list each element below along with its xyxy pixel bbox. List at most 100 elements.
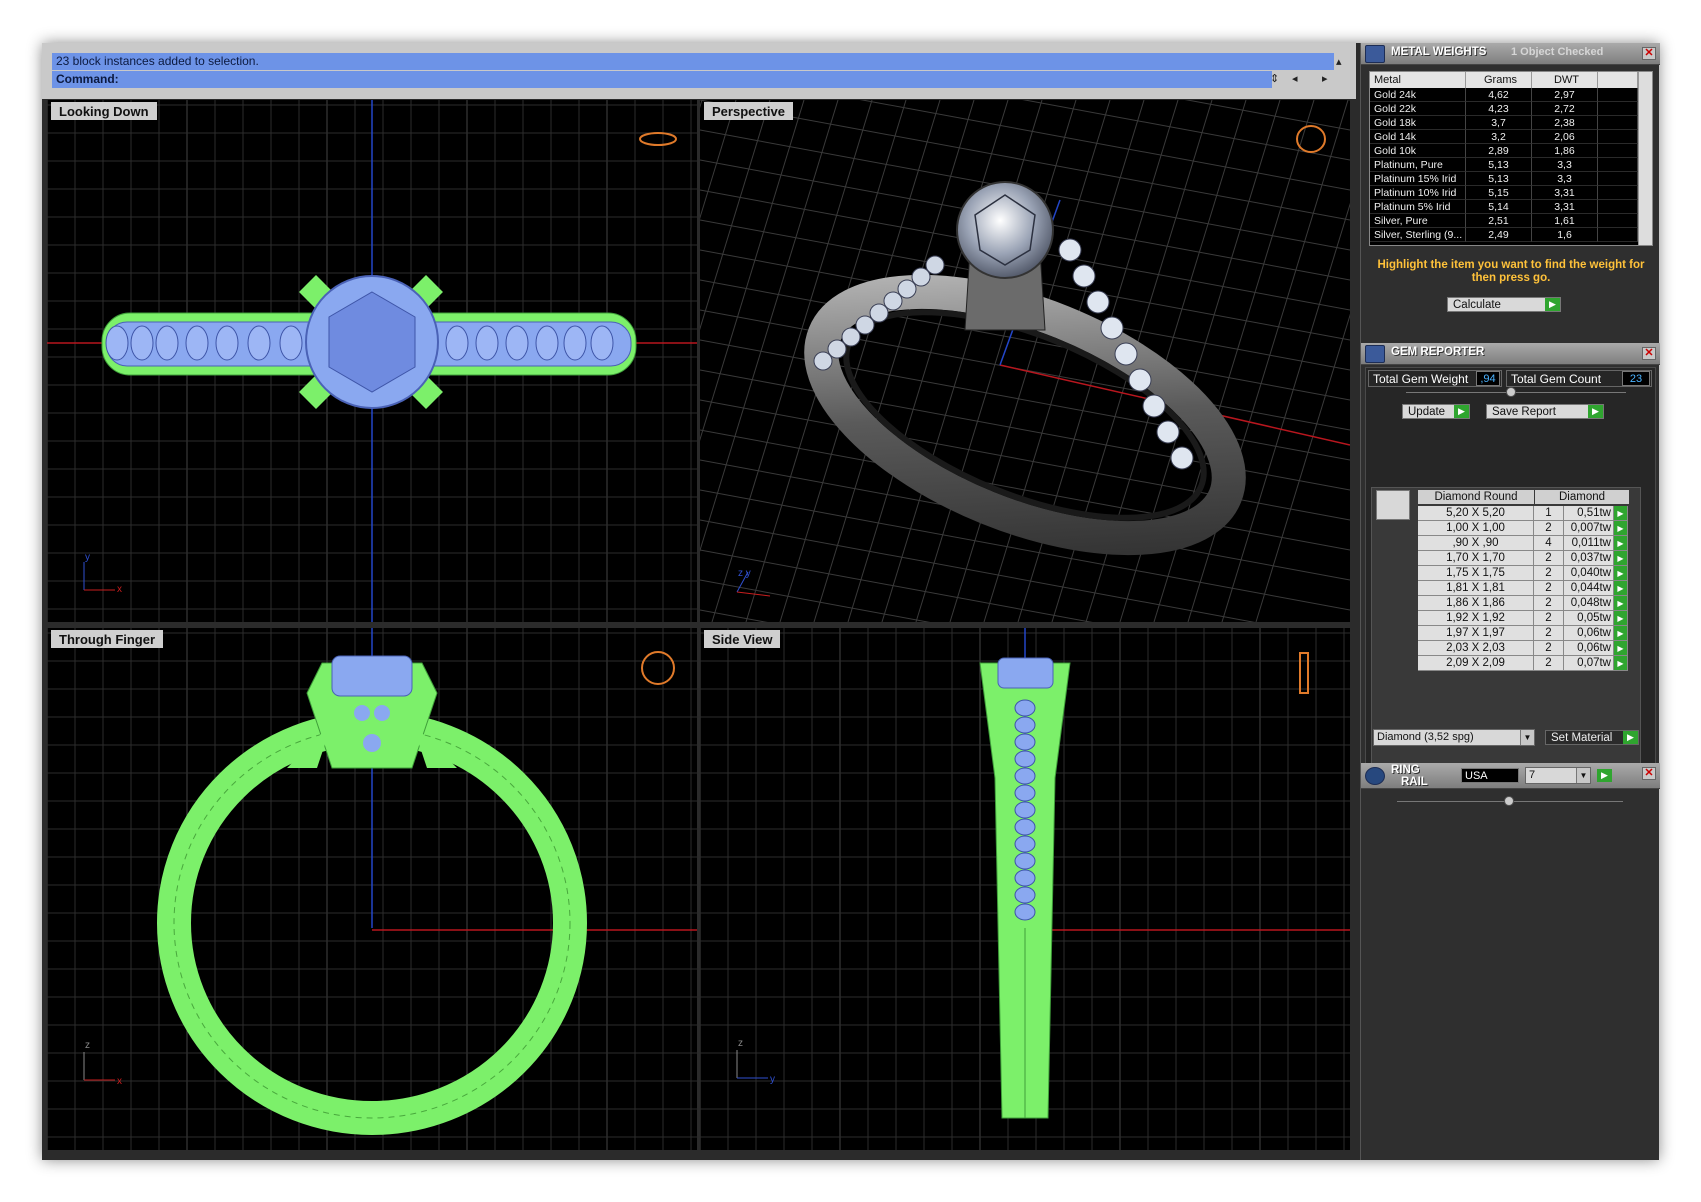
slider-track — [1406, 392, 1626, 393]
col-metal[interactable]: Metal — [1370, 72, 1466, 88]
table-row[interactable]: Gold 18k 3,7 2,38 — [1370, 116, 1652, 130]
go-icon[interactable]: ▶ — [1614, 656, 1628, 671]
table-row[interactable]: Platinum 15% Irid 5,13 3,3 — [1370, 172, 1652, 186]
metal-grams: 2,51 — [1466, 214, 1532, 228]
go-icon[interactable]: ▶ — [1545, 298, 1560, 311]
command-input[interactable]: Command: — [52, 71, 1272, 88]
list-item[interactable]: 1,75 X 1,75 2 0,040tw ▶ — [1418, 566, 1628, 581]
table-row[interactable]: Gold 22k 4,23 2,72 — [1370, 102, 1652, 116]
slider-thumb[interactable] — [1506, 387, 1516, 397]
table-row[interactable]: Gold 10k 2,89 1,86 — [1370, 144, 1652, 158]
gem-size: 1,97 X 1,97 — [1418, 626, 1534, 641]
metal-grams: 2,49 — [1466, 228, 1532, 242]
list-item[interactable]: 1,70 X 1,70 2 0,037tw ▶ — [1418, 551, 1628, 566]
metal-name: Platinum 5% Irid — [1370, 200, 1466, 214]
gem-weight: 0,037tw — [1564, 551, 1614, 566]
table-row[interactable]: Silver, Sterling (9... 2,49 1,6 — [1370, 228, 1652, 242]
col-dwt[interactable]: DWT — [1532, 72, 1598, 88]
close-icon[interactable]: ✕ — [1642, 767, 1656, 780]
list-item[interactable]: 1,81 X 1,81 2 0,044tw ▶ — [1418, 581, 1628, 596]
list-item[interactable]: 1,00 X 1,00 2 0,007tw ▶ — [1418, 521, 1628, 536]
gem-weight: 0,011tw — [1564, 536, 1614, 551]
viewport-top[interactable]: y x Looking Down — [47, 100, 697, 622]
gem-weight: 0,048tw — [1564, 596, 1614, 611]
save-report-button[interactable]: Save Report ▶ — [1486, 404, 1604, 419]
col-grams[interactable]: Grams — [1466, 72, 1532, 88]
close-icon[interactable]: ✕ — [1642, 347, 1656, 360]
list-item[interactable]: 1,86 X 1,86 2 0,048tw ▶ — [1418, 596, 1628, 611]
table-row[interactable]: Silver, Pure 2,51 1,61 — [1370, 214, 1652, 228]
table-row[interactable]: Gold 14k 3,2 2,06 — [1370, 130, 1652, 144]
go-icon[interactable]: ▶ — [1597, 769, 1612, 782]
save-report-label: Save Report — [1492, 406, 1556, 418]
list-item[interactable]: 5,20 X 5,20 1 0,51tw ▶ — [1418, 506, 1628, 521]
table-row[interactable]: Gold 24k 4,62 2,97 — [1370, 88, 1652, 102]
chevron-down-icon[interactable]: ▼ — [1576, 768, 1590, 783]
go-icon[interactable]: ▶ — [1588, 405, 1603, 418]
go-icon[interactable]: ▶ — [1614, 626, 1628, 641]
ring-size-select[interactable]: 7 ▼ — [1525, 767, 1591, 784]
list-item[interactable]: 1,97 X 1,97 2 0,06tw ▶ — [1418, 626, 1628, 641]
list-item[interactable]: ,90 X ,90 4 0,011tw ▶ — [1418, 536, 1628, 551]
viewport-label-side[interactable]: Side View — [704, 630, 781, 648]
go-icon[interactable]: ▶ — [1614, 581, 1628, 596]
go-icon[interactable]: ▶ — [1614, 551, 1628, 566]
viewport-label-top[interactable]: Looking Down — [51, 102, 157, 120]
ring-standard-field[interactable]: USA — [1461, 768, 1519, 783]
list-item[interactable]: 2,03 X 2,03 2 0,06tw ▶ — [1418, 641, 1628, 656]
metal-dwt: 2,38 — [1532, 116, 1598, 130]
row-spacer — [1598, 116, 1638, 130]
ring-rail-slider-thumb[interactable] — [1504, 796, 1514, 806]
ring-size-value: 7 — [1529, 769, 1536, 781]
viewport-label-perspective[interactable]: Perspective — [704, 102, 793, 120]
gem-qty: 4 — [1534, 536, 1564, 551]
gem-size: 1,70 X 1,70 — [1418, 551, 1534, 566]
close-icon[interactable]: ✕ — [1642, 47, 1656, 60]
gem-weight: 0,51tw — [1564, 506, 1614, 521]
svg-text:y: y — [770, 1074, 775, 1085]
viewport-label-front[interactable]: Through Finger — [51, 630, 164, 648]
viewport-front[interactable]: z x Through Finger — [47, 628, 697, 1150]
gem-weight: 0,040tw — [1564, 566, 1614, 581]
table-row[interactable]: Platinum, Pure 5,13 3,3 — [1370, 158, 1652, 172]
table-row[interactable]: Platinum 10% Irid 5,15 3,31 — [1370, 186, 1652, 200]
go-icon[interactable]: ▶ — [1614, 566, 1628, 581]
metal-weights-header: METAL WEIGHTS 1 Object Checked ✕ — [1361, 43, 1660, 65]
perspective-render: z y — [700, 100, 1350, 622]
gem-qty: 2 — [1534, 521, 1564, 536]
go-icon[interactable]: ▶ — [1614, 596, 1628, 611]
metal-dwt: 1,86 — [1532, 144, 1598, 158]
svg-text:z: z — [738, 1038, 743, 1049]
table-scrollbar[interactable] — [1638, 72, 1652, 245]
go-icon[interactable]: ▶ — [1614, 611, 1628, 626]
go-icon[interactable]: ▶ — [1614, 641, 1628, 656]
calculate-button[interactable]: Calculate ▶ — [1447, 297, 1561, 312]
table-row[interactable]: Platinum 5% Irid 5,14 3,31 — [1370, 200, 1652, 214]
viewport-side[interactable]: z y Side View — [700, 628, 1350, 1150]
row-spacer — [1598, 186, 1638, 200]
metal-weights-title: METAL WEIGHTS — [1391, 46, 1487, 58]
arrow-right-icon[interactable]: ▸ — [1322, 72, 1328, 85]
update-button[interactable]: Update ▶ — [1402, 404, 1470, 419]
instruction-text: Highlight the item you want to find the … — [1377, 259, 1645, 284]
gem-size: 1,75 X 1,75 — [1418, 566, 1534, 581]
metal-weights-table[interactable]: Metal Grams DWT Gold 24k 4,62 2,97 Gold 22k… — [1369, 71, 1653, 246]
go-icon[interactable]: ▶ — [1614, 521, 1628, 536]
list-item[interactable]: 1,92 X 1,92 2 0,05tw ▶ — [1418, 611, 1628, 626]
row-spacer — [1598, 228, 1638, 242]
list-item[interactable]: 2,09 X 2,09 2 0,07tw ▶ — [1418, 656, 1628, 671]
chevron-down-icon[interactable]: ▼ — [1520, 730, 1534, 745]
history-scroll-icon[interactable]: ▴ — [1336, 55, 1342, 68]
go-icon[interactable]: ▶ — [1623, 731, 1638, 744]
gem-qty: 1 — [1534, 506, 1564, 521]
command-spin-icon[interactable]: ⇕ — [1270, 72, 1279, 85]
set-material-button[interactable]: Set Material ▶ — [1545, 730, 1639, 745]
material-select[interactable]: Diamond (3,52 spg) ▼ — [1373, 729, 1535, 746]
go-icon[interactable]: ▶ — [1614, 536, 1628, 551]
go-icon[interactable]: ▶ — [1614, 506, 1628, 521]
gem-weight: 0,05tw — [1564, 611, 1614, 626]
go-icon[interactable]: ▶ — [1454, 405, 1469, 418]
arrow-left-icon[interactable]: ◂ — [1292, 72, 1298, 85]
viewport-perspective[interactable]: z y Perspective — [700, 100, 1350, 622]
gem-qty: 2 — [1534, 566, 1564, 581]
